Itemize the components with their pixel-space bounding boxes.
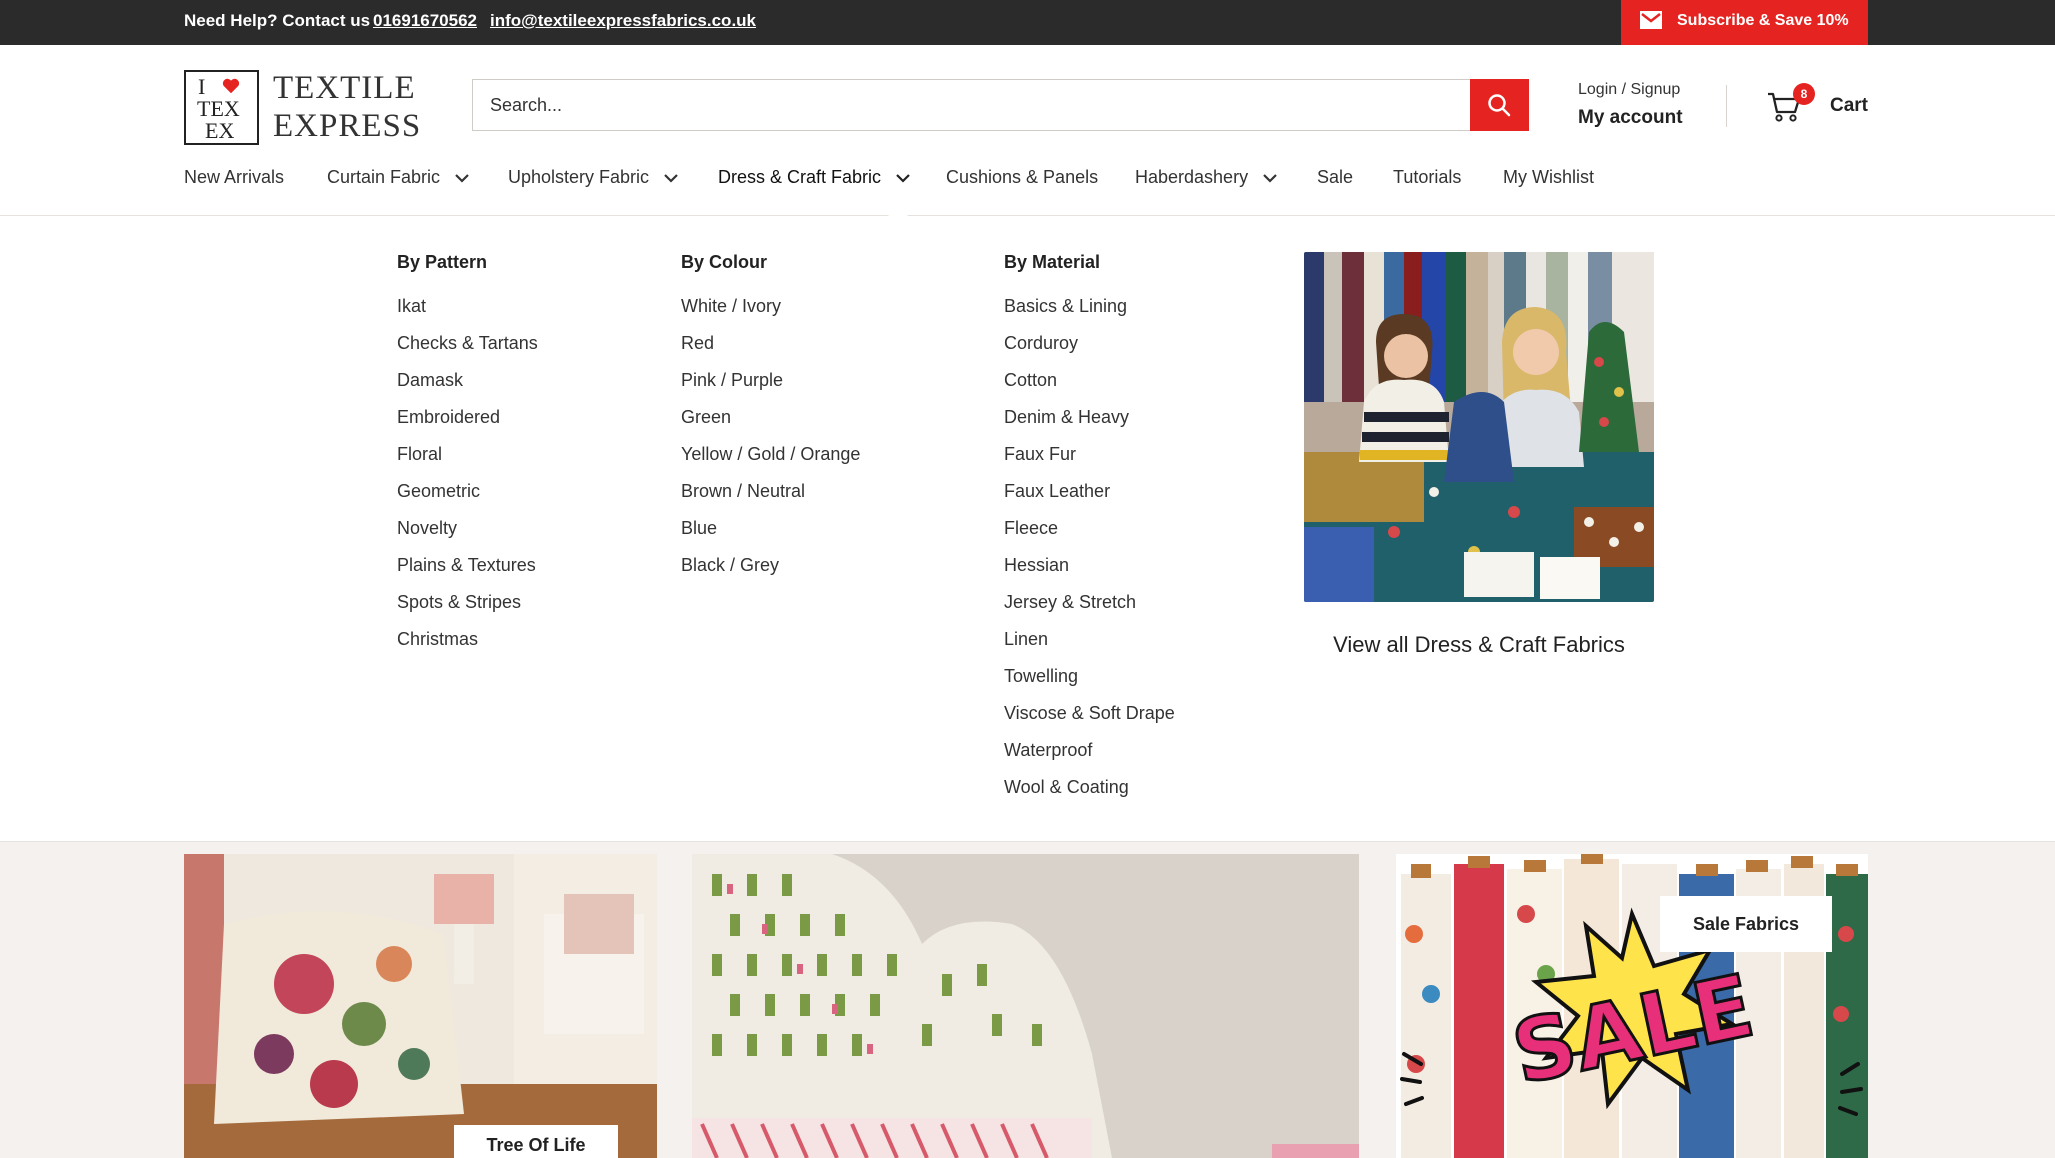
my-account-label: My account — [1578, 107, 1683, 128]
nav-label: New Arrivals — [184, 167, 285, 187]
cart-count-badge: 8 — [1793, 83, 1815, 105]
nav-label: Haberdashery — [1135, 167, 1249, 187]
search-button[interactable] — [1470, 79, 1529, 131]
nav-cushions-panels[interactable]: Cushions & Panels — [946, 167, 1098, 188]
nav-haberdashery[interactable]: Haberdashery — [1135, 167, 1277, 188]
login-signup-label: Login / Signup — [1578, 81, 1681, 98]
menu-link[interactable]: Novelty — [397, 518, 538, 555]
tree-of-life-tile[interactable]: Tree Of Life — [184, 854, 657, 1158]
phone-link[interactable]: 01691670562 — [373, 11, 477, 31]
logo-mark-line1: I — [198, 74, 206, 99]
cart-button[interactable]: 8 Cart — [1767, 83, 1887, 129]
menu-link[interactable]: White / Ivory — [681, 296, 860, 333]
floral-armchair-image — [184, 854, 657, 1158]
headboard-image — [692, 854, 1359, 1158]
menu-link[interactable]: Spots & Stripes — [397, 592, 538, 629]
menu-link[interactable]: Checks & Tartans — [397, 333, 538, 370]
menu-link[interactable]: Viscose & Soft Drape — [1004, 703, 1175, 740]
nav-curtain-fabric[interactable]: Curtain Fabric — [327, 167, 469, 188]
menu-link[interactable]: Waterproof — [1004, 740, 1175, 777]
menu-link[interactable]: Green — [681, 407, 860, 444]
nav-label: Dress & Craft Fabric — [718, 167, 882, 187]
by-material-list: Basics & Lining Corduroy Cotton Denim & … — [1004, 296, 1175, 814]
menu-link[interactable]: Floral — [397, 444, 538, 481]
nav-label: Tutorials — [1393, 167, 1462, 187]
account-link[interactable]: Login / Signup My account — [1578, 81, 1683, 129]
top-bar: Need Help? Contact us 01691670562 info@t… — [0, 0, 2055, 45]
nav-new-arrivals[interactable]: New Arrivals — [184, 167, 284, 188]
dropdown-caret — [888, 206, 908, 216]
site-header: I TEX EX TEXTILE EXPRESS Login / Signup … — [0, 45, 2055, 216]
tree-of-life-label: Tree Of Life — [454, 1125, 618, 1158]
chevron-down-icon — [664, 174, 678, 183]
nav-sale[interactable]: Sale — [1317, 167, 1353, 188]
logo-mark[interactable]: I TEX EX — [184, 70, 259, 145]
menu-link[interactable]: Red — [681, 333, 860, 370]
menu-link[interactable]: Hessian — [1004, 555, 1175, 592]
menu-link[interactable]: Fleece — [1004, 518, 1175, 555]
nav-tutorials[interactable]: Tutorials — [1393, 167, 1461, 188]
menu-link[interactable]: Christmas — [397, 629, 538, 666]
logo-mark-line2: TEX — [197, 96, 240, 121]
logo-name-line1: TEXTILE — [273, 70, 416, 106]
by-colour-heading: By Colour — [681, 252, 768, 272]
search-input[interactable] — [473, 80, 1488, 130]
menu-link[interactable]: Black / Grey — [681, 555, 860, 592]
heart-icon — [222, 78, 240, 94]
subscribe-label: Subscribe & Save 10% — [1677, 12, 1849, 29]
by-pattern-heading: By Pattern — [397, 252, 488, 272]
nav-label: Cushions & Panels — [946, 167, 1099, 187]
by-pattern-list: Ikat Checks & Tartans Damask Embroidered… — [397, 296, 538, 666]
logo-mark-line3: EX — [205, 118, 235, 143]
view-all-dress-craft-link[interactable]: View all Dress & Craft Fabrics — [1304, 632, 1654, 658]
sale-fabrics-tile[interactable]: SALE Sale Fabrics — [1396, 854, 1868, 1158]
menu-link[interactable]: Pink / Purple — [681, 370, 860, 407]
menu-link[interactable]: Yellow / Gold / Orange — [681, 444, 860, 481]
menu-link[interactable]: Ikat — [397, 296, 538, 333]
search-icon — [1488, 94, 1511, 117]
menu-link[interactable]: Basics & Lining — [1004, 296, 1175, 333]
menu-link[interactable]: Embroidered — [397, 407, 538, 444]
menu-link[interactable]: Jersey & Stretch — [1004, 592, 1175, 629]
nav-label: Sale — [1317, 167, 1354, 187]
nav-label: My Wishlist — [1503, 167, 1594, 187]
dress-craft-mega-menu: By Pattern Ikat Checks & Tartans Damask … — [0, 216, 2055, 842]
sale-fabrics-label: Sale Fabrics — [1660, 896, 1832, 952]
menu-link[interactable]: Linen — [1004, 629, 1175, 666]
chevron-down-icon — [896, 174, 910, 183]
menu-link[interactable]: Corduroy — [1004, 333, 1175, 370]
menu-link[interactable]: Faux Fur — [1004, 444, 1175, 481]
logo-wordmark[interactable]: TEXTILE EXPRESS — [273, 69, 421, 145]
fabric-shop-photo — [1304, 252, 1654, 602]
nav-label: Curtain Fabric — [327, 167, 441, 187]
header-divider — [1726, 85, 1727, 127]
menu-link[interactable]: Brown / Neutral — [681, 481, 860, 518]
menu-link[interactable]: Cotton — [1004, 370, 1175, 407]
menu-link[interactable]: Denim & Heavy — [1004, 407, 1175, 444]
menu-link[interactable]: Geometric — [397, 481, 538, 518]
mail-icon — [1640, 11, 1662, 29]
chevron-down-icon — [1263, 174, 1277, 183]
email-link[interactable]: info@textileexpressfabrics.co.uk — [490, 11, 756, 31]
nav-my-wishlist[interactable]: My Wishlist — [1503, 167, 1594, 188]
menu-link[interactable]: Plains & Textures — [397, 555, 538, 592]
menu-link[interactable]: Towelling — [1004, 666, 1175, 703]
nav-label: Upholstery Fabric — [508, 167, 650, 187]
by-material-heading: By Material — [1004, 252, 1101, 272]
logo-name-line2: EXPRESS — [273, 108, 422, 144]
menu-link[interactable]: Blue — [681, 518, 860, 555]
menu-link[interactable]: Faux Leather — [1004, 481, 1175, 518]
headboard-tile[interactable] — [692, 854, 1359, 1158]
cart-label: Cart — [1830, 95, 1869, 116]
menu-link[interactable]: Wool & Coating — [1004, 777, 1175, 814]
chevron-down-icon — [455, 174, 469, 183]
menu-link[interactable]: Damask — [397, 370, 538, 407]
by-colour-list: White / Ivory Red Pink / Purple Green Ye… — [681, 296, 860, 592]
search-bar — [472, 79, 1529, 131]
subscribe-button[interactable]: Subscribe & Save 10% — [1621, 0, 1868, 45]
help-text: Need Help? Contact us — [184, 11, 371, 30]
promo-image[interactable] — [1304, 252, 1654, 602]
nav-dress-craft-fabric[interactable]: Dress & Craft Fabric — [718, 167, 910, 188]
nav-upholstery-fabric[interactable]: Upholstery Fabric — [508, 167, 678, 188]
